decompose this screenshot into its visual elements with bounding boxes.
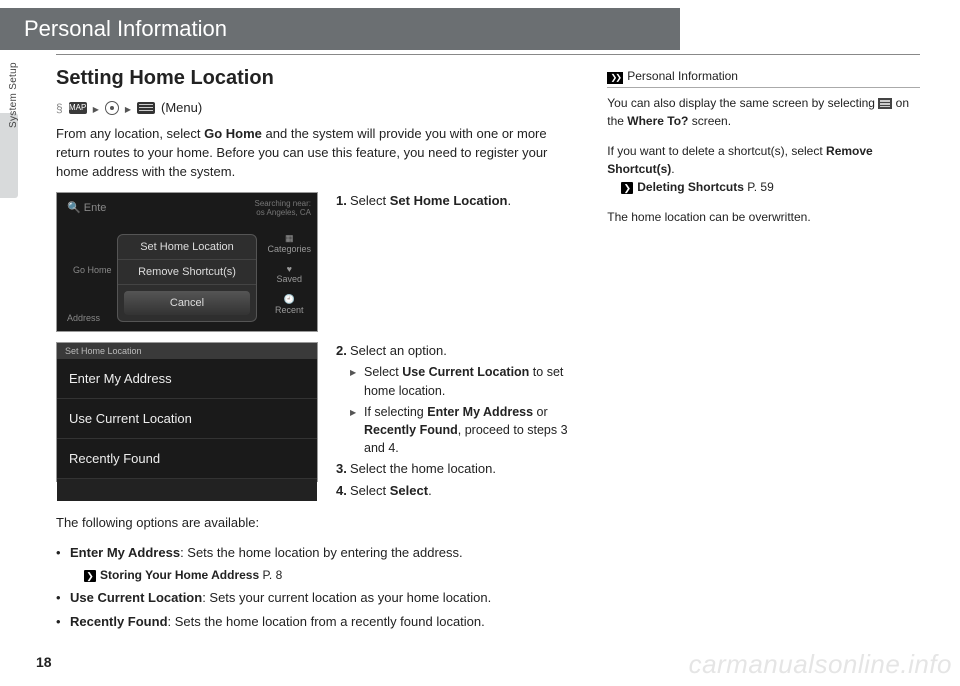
nav-icon: §: [56, 101, 63, 115]
notes-heading: Personal Information: [607, 67, 920, 88]
intro-paragraph: From any location, select Go Home and th…: [56, 125, 577, 182]
target-icon: [105, 101, 119, 115]
ss2-item-recently-found: Recently Found: [57, 439, 317, 479]
ss1-searching-label: Searching near:os Angeles, CA: [255, 199, 311, 217]
notes-heading-icon: [607, 69, 627, 83]
ss1-search-prefix: 🔍 Ente: [67, 201, 106, 214]
menu-icon: [878, 98, 892, 109]
option-current-location: Use Current Location: Sets your current …: [56, 588, 577, 608]
menu-icon: [137, 102, 155, 114]
main-column: Setting Home Location § MAP (Menu) From …: [56, 67, 577, 635]
step-1: Select Set Home Location.: [336, 192, 577, 211]
reference-icon: [84, 568, 100, 582]
watermark: carmanualsonline.info: [689, 649, 952, 680]
categories-icon: ▦Categories: [267, 233, 311, 254]
note-p1: You can also display the same screen by …: [607, 94, 920, 130]
recent-icon: 🕘Recent: [267, 294, 311, 315]
notes-column: Personal Information You can also displa…: [607, 67, 920, 635]
option-recently-found: Recently Found: Sets the home location f…: [56, 612, 577, 632]
note-p2: If you want to delete a shortcut(s), sel…: [607, 142, 920, 196]
ss1-popup: Set Home Location Remove Shortcut(s) Can…: [117, 234, 257, 322]
step-3: Select the home location.: [336, 460, 577, 479]
chevron-right-icon: [125, 100, 131, 115]
step-2a: Select Use Current Location to set home …: [336, 363, 577, 399]
ss1-go-home: Go Home: [73, 265, 112, 275]
chapter-title: Personal Information: [24, 16, 227, 41]
option-enter-address: Enter My Address: Sets the home location…: [56, 543, 577, 563]
popup-cancel: Cancel: [124, 291, 250, 315]
side-tab-label: System Setup: [8, 62, 19, 128]
ss1-right-icons: ▦Categories ♥Saved 🕘Recent: [267, 223, 311, 325]
note-p3: The home location can be overwritten.: [607, 208, 920, 226]
section-title: Setting Home Location: [56, 67, 577, 90]
step-4: Select Select.: [336, 482, 577, 501]
breadcrumb: § MAP (Menu): [56, 100, 577, 115]
options-lead: The following options are available:: [56, 514, 577, 533]
chevron-right-icon: [93, 100, 99, 115]
ss2-item-enter-address: Enter My Address: [57, 359, 317, 399]
popup-set-home: Set Home Location: [118, 235, 256, 260]
ss2-item-current-location: Use Current Location: [57, 399, 317, 439]
options-list: Enter My Address: Sets the home location…: [56, 543, 577, 632]
steps-block-1: Select Set Home Location.: [336, 192, 577, 332]
screenshot-set-home-list: Set Home Location Enter My Address Use C…: [56, 342, 318, 482]
reference-icon: [621, 180, 637, 194]
ss1-address: Address: [67, 313, 100, 323]
step-2: Select an option.: [336, 342, 577, 361]
saved-icon: ♥Saved: [267, 264, 311, 284]
option-ref-storing: Storing Your Home Address P. 8: [56, 566, 577, 584]
steps-block-2: Select an option. Select Use Current Loc…: [336, 342, 577, 504]
screenshot-menu-popup: 🔍 Ente Searching near:os Angeles, CA ▦Ca…: [56, 192, 318, 332]
map-button-icon: MAP: [69, 102, 87, 114]
popup-remove-shortcut: Remove Shortcut(s): [118, 260, 256, 285]
breadcrumb-menu-text: (Menu): [161, 100, 202, 115]
chapter-header-band: Personal Information: [0, 8, 680, 50]
step-2b: If selecting Enter My Address or Recentl…: [336, 403, 577, 457]
page-number: 18: [36, 654, 52, 670]
ss2-header: Set Home Location: [57, 343, 317, 359]
ss2-empty-row: [57, 479, 317, 501]
